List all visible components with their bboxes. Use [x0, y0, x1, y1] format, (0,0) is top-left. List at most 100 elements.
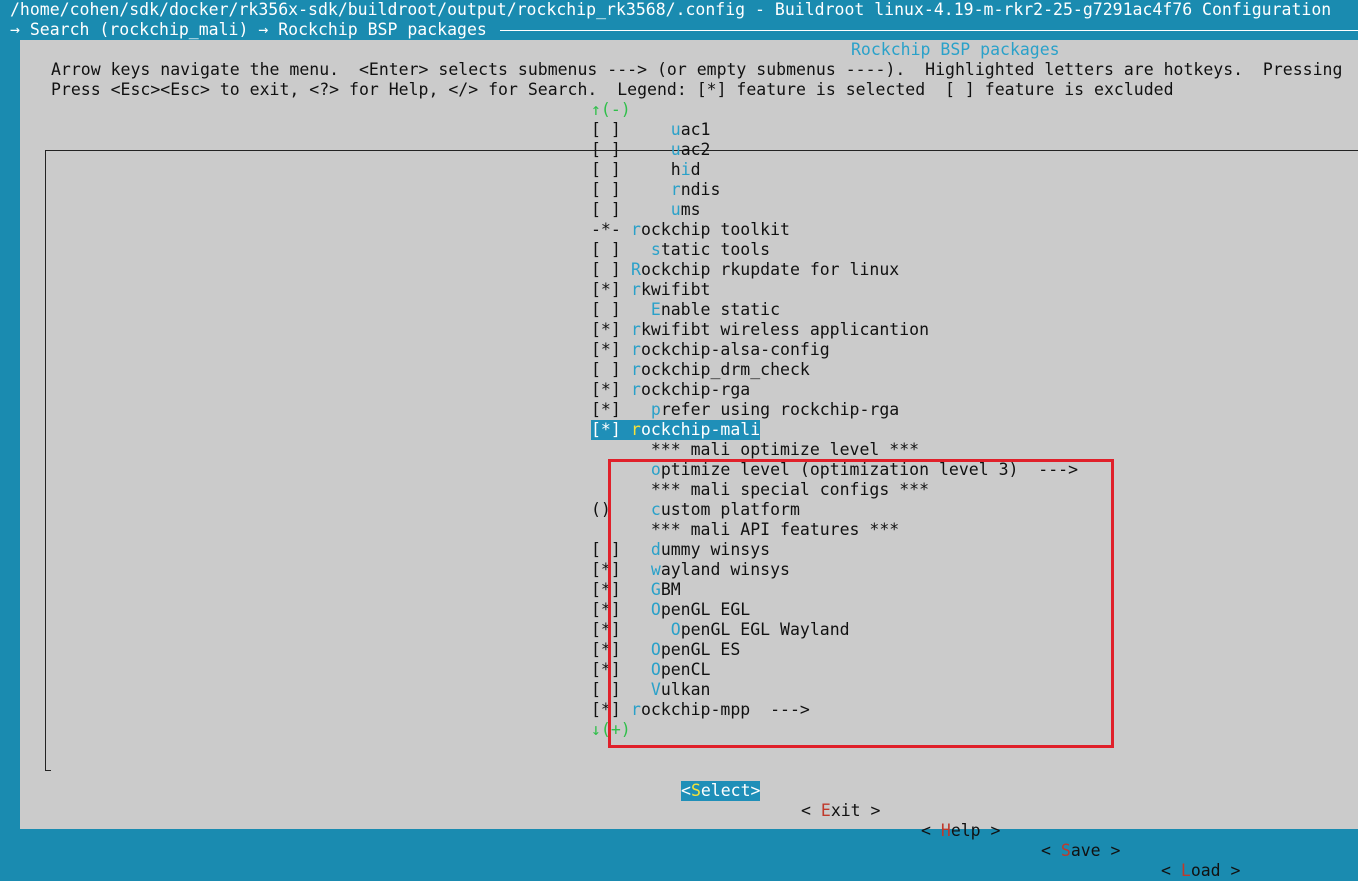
menu-item-state[interactable]: [*] [591, 600, 631, 620]
menu-item-state[interactable]: [ ] [591, 240, 631, 260]
menu-item[interactable]: [ ] rndis [591, 180, 1078, 200]
menu-item[interactable]: [ ] ums [591, 200, 1078, 220]
load-button-rest: oad > [1190, 861, 1241, 880]
menu-item-text: ockchip rkupdate for linux [640, 260, 900, 279]
menu-item-state[interactable]: -*- [591, 220, 631, 240]
menu-item-state[interactable] [591, 460, 631, 480]
menu-item-state[interactable]: [*] [591, 380, 631, 400]
menu-item[interactable]: [*] GBM [591, 580, 1078, 600]
menu-item[interactable]: [*] OpenCL [591, 660, 1078, 680]
save-button[interactable]: < Save > [1041, 841, 1120, 861]
menu-item-hotkey: r [631, 280, 641, 299]
menu-item-text: ndis [680, 180, 721, 199]
menu-item-label: uac1 [631, 120, 711, 140]
menu-item[interactable]: [*] rockchip-mali [591, 420, 1078, 440]
menu-item[interactable]: [*] rkwifibt wireless applicantion [591, 320, 1078, 340]
menu-item[interactable]: [*] OpenGL EGL Wayland [591, 620, 1078, 640]
menu-item-state[interactable]: [*] [591, 320, 631, 340]
menu-item[interactable]: [ ] Enable static [591, 300, 1078, 320]
menu-item-hotkey: r [631, 380, 641, 399]
menu-item[interactable]: [*] OpenGL ES [591, 640, 1078, 660]
scroll-down-indicator[interactable]: ↓(+) [591, 720, 631, 740]
help-button[interactable]: < Help > [921, 821, 1000, 841]
menu-item-hotkey: O [650, 640, 661, 659]
menu-item[interactable]: [ ] uac2 [591, 140, 1078, 160]
menu-item-state[interactable]: [ ] [591, 160, 631, 180]
menu-item[interactable]: [*] OpenGL EGL [591, 600, 1078, 620]
menu-item[interactable]: [*] prefer using rockchip-rga [591, 400, 1078, 420]
menu-item[interactable]: [ ] uac1 [591, 120, 1078, 140]
menu-item[interactable]: *** mali optimize level *** [591, 440, 1078, 460]
menu-item-hotkey: c [650, 500, 661, 519]
menu-item-state[interactable]: [*] [591, 400, 631, 420]
window-title: /home/cohen/sdk/docker/rk356x-sdk/buildr… [10, 0, 1332, 19]
menu-item-indent [631, 520, 651, 539]
menu-item-label: OpenGL EGL [631, 600, 750, 620]
menu-item-state[interactable] [591, 520, 631, 540]
select-button-open: < [681, 781, 691, 800]
menu-item-text: kwifibt wireless applicantion [640, 320, 930, 339]
menu-item-state[interactable] [591, 440, 631, 460]
menu-item-state[interactable]: [*] [591, 560, 631, 580]
menu-item[interactable]: [*] rockchip-rga [591, 380, 1078, 400]
save-button-open: < [1041, 841, 1061, 860]
menu-item-label: OpenGL ES [631, 640, 740, 660]
menu-item[interactable]: [ ] static tools [591, 240, 1078, 260]
menu-item[interactable]: [ ] Rockchip rkupdate for linux [591, 260, 1078, 280]
menu-item-label: rockchip toolkit [631, 220, 790, 240]
menu-item-state[interactable]: [*] [591, 340, 631, 360]
menu-item[interactable]: *** mali API features *** [591, 520, 1078, 540]
menu-item-label: rkwifibt [631, 280, 710, 300]
menu-item-state[interactable]: [*] [591, 640, 631, 660]
menu-item-state[interactable]: [ ] [591, 200, 631, 220]
menu-item-state[interactable]: [ ] [591, 360, 631, 380]
menu-item-state[interactable] [591, 480, 631, 500]
menu-item-text: ockchip_drm_check [640, 360, 810, 379]
menu-item[interactable]: () custom platform [591, 500, 1078, 520]
menu-item-text: ac2 [680, 140, 711, 159]
menu-item-indent [631, 120, 671, 139]
menu-item-indent [631, 140, 671, 159]
menu-item-indent [631, 160, 671, 179]
menu-item-state[interactable]: [ ] [591, 140, 631, 160]
menu-item-state[interactable]: [*] [591, 580, 631, 600]
menu-item-hotkey: p [650, 400, 661, 419]
scroll-up-indicator[interactable]: ↑(-) [591, 100, 631, 120]
menu-item-state[interactable]: [ ] [591, 120, 631, 140]
menu-item-state[interactable]: [ ] [591, 540, 631, 560]
menu-item-indent [631, 300, 651, 319]
menu-item[interactable]: [ ] hid [591, 160, 1078, 180]
menu-item-state[interactable]: [ ] [591, 260, 631, 280]
menu-item[interactable]: [ ] Vulkan [591, 680, 1078, 700]
menu-item[interactable]: [ ] dummy winsys [591, 540, 1078, 560]
menu-item-text: *** mali API features *** [650, 520, 900, 539]
menu-item-hotkey: h [670, 160, 681, 179]
menu-item-hotkey: u [670, 200, 681, 219]
menu-item[interactable]: [*] rkwifibt [591, 280, 1078, 300]
menu-item[interactable]: [*] rockchip-alsa-config [591, 340, 1078, 360]
select-button[interactable]: <Select> [681, 781, 761, 801]
exit-button[interactable]: < Exit > [801, 801, 880, 821]
menu-item-hotkey: r [631, 420, 641, 439]
menu-item[interactable]: -*- rockchip toolkit [591, 220, 1078, 240]
load-button[interactable]: < Load > [1161, 861, 1240, 881]
menu-item-state[interactable]: [*] [591, 700, 631, 720]
menu-item-state[interactable]: [ ] [591, 180, 631, 200]
menu-item-label: Vulkan [631, 680, 711, 700]
menu-item-indent [631, 560, 651, 579]
menu-item[interactable]: [*] rockchip-mpp ---> [591, 700, 1078, 720]
menu-item[interactable]: [*] wayland winsys [591, 560, 1078, 580]
menu-item[interactable]: *** mali special configs *** [591, 480, 1078, 500]
menu-item[interactable]: [ ] rockchip_drm_check [591, 360, 1078, 380]
menu-item-indent [631, 500, 651, 519]
menu-item-state[interactable]: () [591, 500, 631, 520]
menu-item-text: penGL EGL Wayland [680, 620, 850, 639]
menu-item-state[interactable]: [ ] [591, 680, 631, 700]
menu-item[interactable]: optimize level (optimization level 3) --… [591, 460, 1078, 480]
menu-item-state[interactable]: [*] [591, 420, 631, 440]
menu-item-state[interactable]: [*] [591, 280, 631, 300]
menu-item-label: optimize level (optimization level 3) --… [631, 460, 1078, 480]
menu-item-state[interactable]: [ ] [591, 300, 631, 320]
menu-item-state[interactable]: [*] [591, 660, 631, 680]
menu-item-state[interactable]: [*] [591, 620, 631, 640]
